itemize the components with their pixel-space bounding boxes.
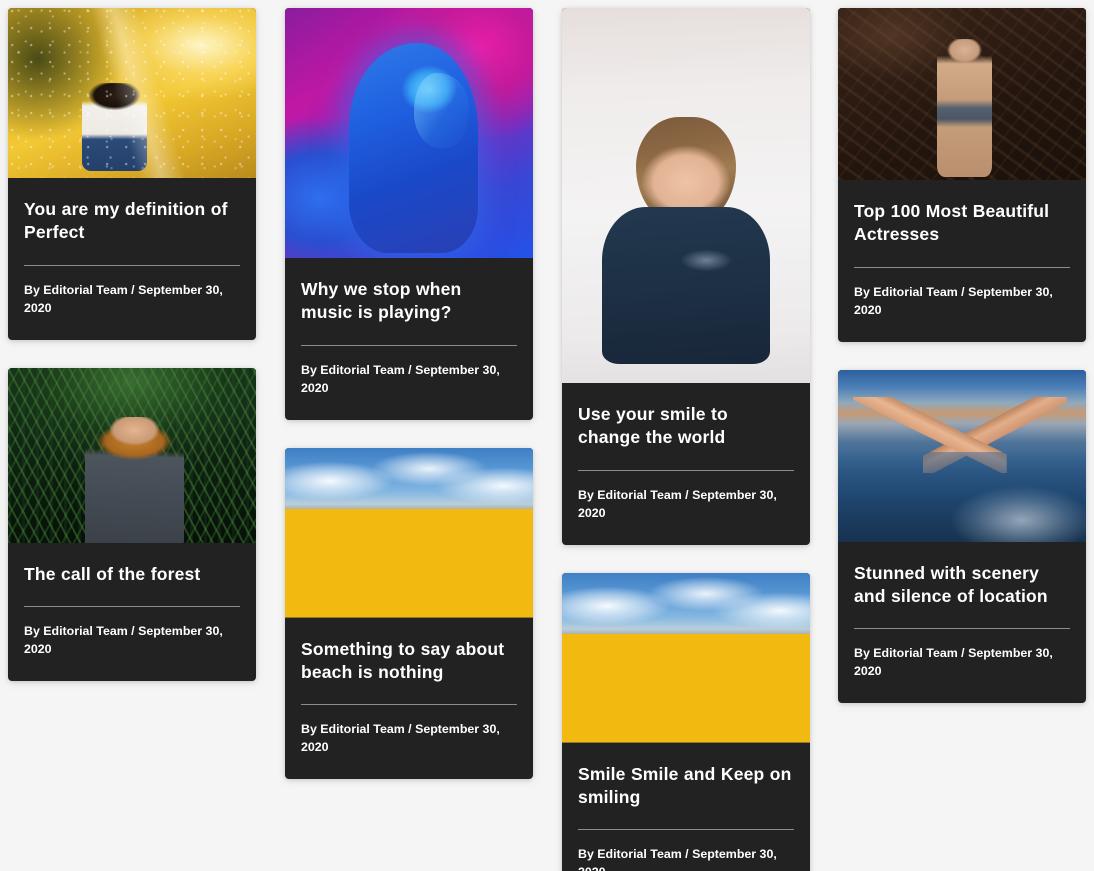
post-divider — [301, 704, 517, 706]
post-title[interactable]: Use your smile to change the world — [578, 403, 794, 450]
post-title[interactable]: Stunned with scenery and silence of loca… — [854, 562, 1070, 609]
post-meta: By Editorial Team / September 30, 2020 — [854, 646, 1053, 679]
post-card-body: Smile Smile and Keep on smiling By Editor… — [562, 743, 810, 871]
post-title[interactable]: Something to say about beach is nothing — [301, 638, 517, 685]
road-yellow-line-left — [285, 508, 388, 618]
post-card-body: The call of the forest By Editorial Team … — [8, 543, 256, 681]
post-title[interactable]: Top 100 Most Beautiful Actresses — [854, 200, 1070, 247]
post-card-body: Stunned with scenery and silence of loca… — [838, 542, 1086, 704]
grid-column-3: Use your smile to change the world By Edi… — [562, 8, 810, 871]
post-thumbnail-image — [838, 369, 1086, 542]
post-card[interactable]: Why we stop when music is playing? By Edi… — [285, 8, 533, 420]
post-divider — [578, 829, 794, 831]
snowy-peaks-above-blue-fjord-photo[interactable] — [838, 369, 1086, 542]
post-meta: By Editorial Team / September 30, 2020 — [578, 847, 777, 871]
post-card[interactable]: Top 100 Most Beautiful Actresses By Edito… — [838, 8, 1086, 342]
post-thumbnail-image — [8, 8, 256, 178]
post-title[interactable]: You are my definition of Perfect — [24, 198, 240, 245]
post-card-body: Why we stop when music is playing? By Edi… — [285, 258, 533, 420]
desert-highway-double-yellow-line-photo[interactable] — [285, 447, 533, 618]
post-card[interactable]: You are my definition of Perfect By Edito… — [8, 8, 256, 340]
post-divider — [854, 266, 1070, 268]
post-card[interactable]: Stunned with scenery and silence of loca… — [838, 369, 1086, 704]
post-divider — [578, 469, 794, 471]
post-card[interactable]: Use your smile to change the world By Edi… — [562, 8, 810, 545]
grid-column-4: Top 100 Most Beautiful Actresses By Edito… — [838, 8, 1086, 703]
post-thumbnail-image — [562, 572, 810, 743]
grid-column-2: Why we stop when music is playing? By Edi… — [285, 8, 533, 779]
post-thumbnail-image — [285, 447, 533, 618]
woman-posing-against-dark-rock-face-photo[interactable] — [838, 8, 1086, 180]
post-meta: By Editorial Team / September 30, 2020 — [854, 284, 1053, 317]
post-card-body: Use your smile to change the world By Edi… — [562, 383, 810, 545]
post-title[interactable]: Smile Smile and Keep on smiling — [578, 763, 794, 810]
post-divider — [24, 264, 240, 266]
woman-in-gray-coat-among-conifer-forest-photo[interactable] — [8, 367, 256, 543]
post-card[interactable]: Something to say about beach is nothing B… — [285, 447, 533, 780]
post-card[interactable]: The call of the forest By Editorial Team … — [8, 367, 256, 681]
post-thumbnail-image — [562, 8, 810, 383]
road-yellow-line-left — [562, 633, 665, 743]
neon-blue-magenta-profile-portrait-photo[interactable] — [285, 8, 533, 258]
post-divider — [24, 605, 240, 607]
post-meta: By Editorial Team / September 30, 2020 — [301, 722, 500, 755]
post-divider — [854, 628, 1070, 630]
post-meta: By Editorial Team / September 30, 2020 — [24, 282, 223, 315]
laughing-woman-navy-tshirt-white-wall-photo[interactable] — [562, 8, 810, 383]
post-card-body: Top 100 Most Beautiful Actresses By Edito… — [838, 180, 1086, 342]
post-title[interactable]: Why we stop when music is playing? — [301, 278, 517, 325]
post-meta: By Editorial Team / September 30, 2020 — [24, 623, 223, 656]
post-meta: By Editorial Team / September 30, 2020 — [578, 487, 777, 520]
road-yellow-line-right — [430, 508, 533, 618]
boy-running-through-golden-sprinkler-photo[interactable] — [8, 8, 256, 178]
post-card-body: Something to say about beach is nothing B… — [285, 618, 533, 780]
post-thumbnail-image — [8, 367, 256, 543]
post-thumbnail-image — [838, 8, 1086, 180]
post-divider — [301, 344, 517, 346]
desert-highway-double-yellow-line-photo[interactable] — [562, 572, 810, 743]
road-yellow-line-right — [707, 633, 810, 743]
post-card-body: You are my definition of Perfect By Edito… — [8, 178, 256, 340]
grid-column-1: You are my definition of Perfect By Edito… — [8, 8, 256, 681]
post-card[interactable]: Smile Smile and Keep on smiling By Editor… — [562, 572, 810, 871]
post-meta: By Editorial Team / September 30, 2020 — [301, 362, 500, 395]
masonry-grid: You are my definition of Perfect By Edito… — [0, 0, 1094, 871]
post-thumbnail-image — [285, 8, 533, 258]
post-title[interactable]: The call of the forest — [24, 563, 240, 586]
